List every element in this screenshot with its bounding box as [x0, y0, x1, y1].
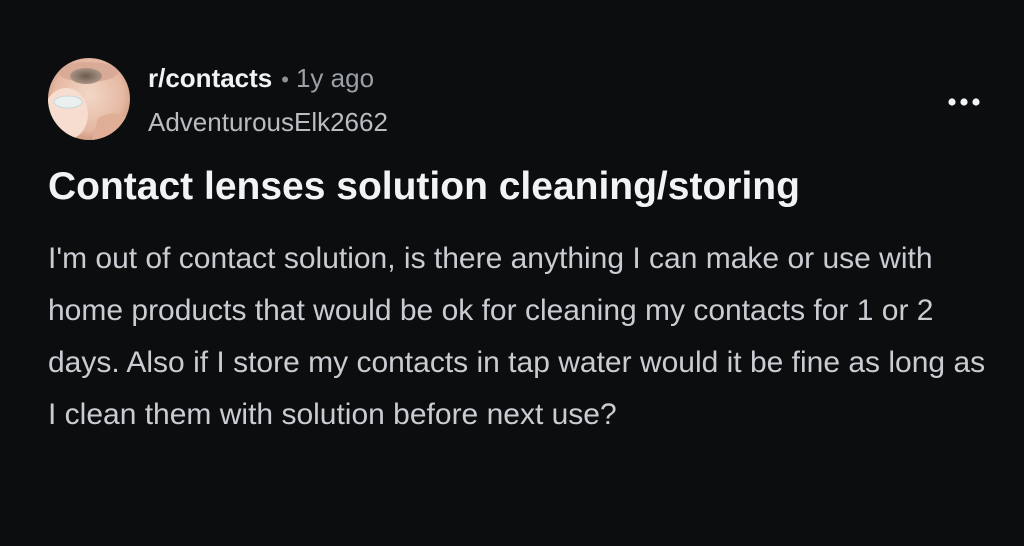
author-username[interactable]: AdventurousElk2662 — [148, 104, 388, 140]
post-title[interactable]: Contact lenses solution cleaning/storing — [48, 160, 988, 214]
post-meta: r/contacts • 1y ago AdventurousElk2662 — [148, 60, 388, 140]
subreddit-link[interactable]: r/contacts — [148, 60, 272, 96]
subreddit-avatar[interactable] — [48, 58, 130, 140]
meta-line: r/contacts • 1y ago — [148, 60, 388, 98]
more-horizontal-icon — [948, 98, 980, 106]
post-age: 1y ago — [295, 63, 375, 93]
meta-separator: • — [281, 67, 289, 92]
contact-lens-avatar-icon — [48, 58, 130, 140]
post-body: I'm out of contact solution, is there an… — [48, 242, 986, 431]
more-options-button[interactable] — [938, 86, 990, 118]
post-card: r/contacts • 1y ago AdventurousElk2662 C… — [0, 0, 1024, 546]
